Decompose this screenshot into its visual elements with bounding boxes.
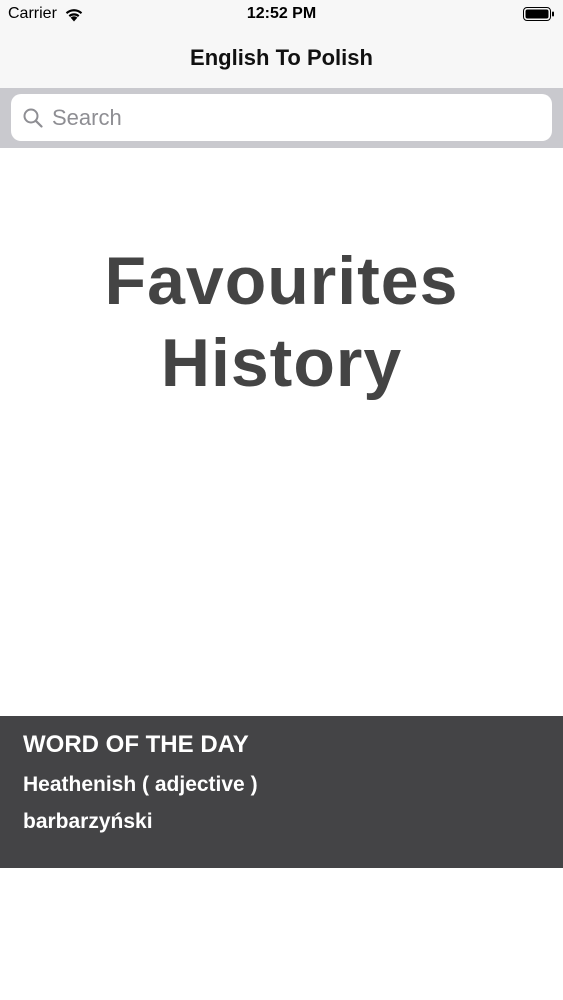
navigation-bar: English To Polish — [0, 30, 563, 88]
history-button[interactable]: History — [0, 322, 563, 404]
word-of-the-day-translation: barbarzyński — [23, 810, 153, 833]
status-bar: Carrier 12:52 PM — [0, 0, 563, 30]
search-bar — [0, 88, 563, 148]
word-of-the-day-panel[interactable]: WORD OF THE DAY Heathenish ( adjective )… — [0, 716, 563, 868]
magnifier-icon — [23, 108, 43, 128]
word-of-the-day-word: Heathenish ( adjective ) — [23, 773, 258, 796]
battery-icon — [523, 7, 554, 21]
status-time: 12:52 PM — [246, 5, 317, 22]
word-of-the-day-heading: WORD OF THE DAY — [23, 731, 249, 758]
favourites-button[interactable]: Favourites — [0, 240, 563, 322]
search-field[interactable] — [11, 94, 552, 141]
search-input[interactable] — [52, 104, 532, 131]
main-menu: Favourites History — [0, 240, 563, 404]
page-title: English To Polish — [190, 45, 373, 70]
